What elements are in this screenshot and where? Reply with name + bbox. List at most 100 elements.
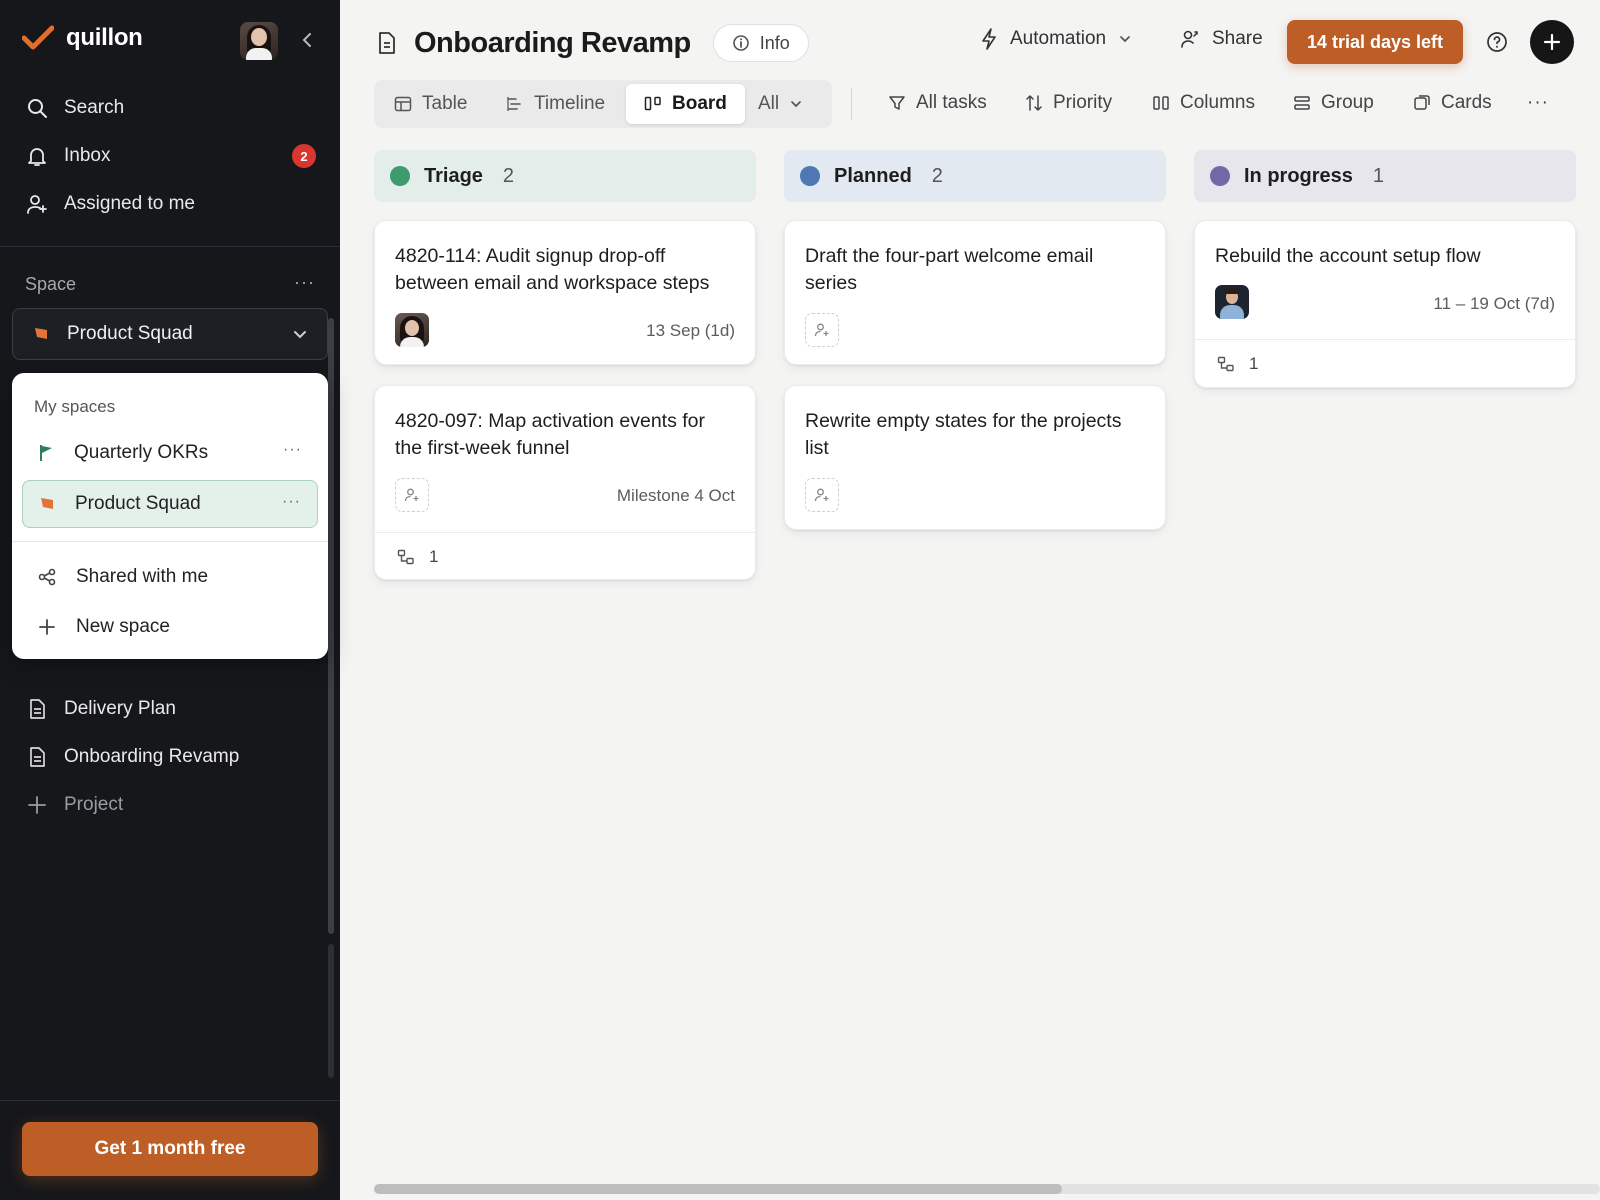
task-title: 4820-114: Audit signup drop-off between …	[395, 245, 710, 294]
project-onboarding-revamp[interactable]: Onboarding Revamp	[26, 742, 239, 772]
task-title: Rebuild the account setup flow	[1215, 245, 1481, 267]
help-button[interactable]	[1485, 30, 1509, 54]
info-button[interactable]: Info	[712, 24, 809, 62]
space-dropdown-menu: My spaces Quarterly OKRs ··· Product Squ…	[12, 373, 328, 659]
task-card[interactable]: 4820-114: Audit signup drop-off between …	[374, 220, 756, 365]
brand[interactable]: quillon	[22, 24, 143, 52]
document-icon	[30, 747, 45, 767]
space-item-product-squad[interactable]: Product Squad ···	[22, 480, 318, 528]
column-header[interactable]: Triage 2	[374, 150, 756, 202]
orange-flag-icon	[35, 328, 47, 339]
assignee-avatar[interactable]	[1215, 285, 1249, 319]
column-header[interactable]: Planned 2	[784, 150, 1166, 202]
user-plus-icon	[27, 195, 47, 214]
board-horizontal-scrollbar[interactable]	[374, 1184, 1062, 1194]
status-dot	[390, 166, 410, 186]
sidebar-scrollbar-track	[328, 944, 334, 1078]
sort-priority[interactable]: Priority	[1025, 92, 1112, 114]
columns-settings[interactable]: Columns	[1152, 92, 1255, 114]
nav-assigned-to-me[interactable]: Assigned to me	[26, 189, 195, 219]
board-column-planned: Planned 2 Draft the four-part welcome em…	[784, 150, 1166, 530]
chevron-down-icon	[791, 101, 801, 108]
document-icon	[30, 699, 45, 719]
collapse-sidebar-button[interactable]	[296, 29, 318, 51]
page-title: Onboarding Revamp	[414, 26, 691, 59]
task-date-range: 11 – 19 Oct (7d)	[1433, 294, 1555, 313]
brand-name: quillon	[66, 24, 143, 51]
subtask-count[interactable]: 1	[375, 532, 757, 580]
sidebar: quillon Search Inbox 2 Assigned to me Sp…	[0, 0, 340, 1200]
group-icon	[1294, 96, 1310, 110]
plus-icon	[39, 619, 55, 635]
checkmark-logo-icon	[22, 25, 54, 50]
create-new-button[interactable]	[1530, 20, 1574, 64]
trial-days-button[interactable]: 14 trial days left	[1287, 20, 1463, 64]
board-column-triage: Triage 2 4820-114: Audit signup drop-off…	[374, 150, 757, 580]
column-count: 1	[1372, 164, 1385, 187]
task-card[interactable]: Draft the four-part welcome email series	[784, 220, 1166, 365]
view-filter-dropdown[interactable]: All	[740, 84, 821, 124]
page-header: Onboarding Revamp Info	[376, 24, 809, 62]
share-button[interactable]: Share	[1180, 28, 1263, 50]
sidebar-scrollbar[interactable]	[328, 318, 334, 934]
subtask-count[interactable]: 1	[1195, 339, 1577, 387]
chevron-left-icon	[302, 33, 311, 47]
add-assignee-button[interactable]	[805, 313, 839, 347]
get-month-free-button[interactable]: Get 1 month free	[22, 1122, 318, 1176]
question-circle-icon	[1487, 32, 1507, 52]
tab-timeline[interactable]: Timeline	[488, 84, 623, 124]
board-icon	[644, 96, 661, 111]
user-avatar[interactable]	[240, 22, 278, 60]
new-space-item[interactable]: New space	[22, 603, 318, 651]
subtask-icon	[1217, 356, 1234, 371]
inbox-count-badge: 2	[292, 144, 316, 168]
add-assignee-button[interactable]	[395, 478, 429, 512]
project-delivery-plan[interactable]: Delivery Plan	[26, 694, 176, 724]
tab-board[interactable]: Board	[626, 84, 745, 124]
more-horizontal-icon: ···	[294, 272, 315, 292]
filter-all-tasks[interactable]: All tasks	[888, 92, 987, 114]
add-assignee-button[interactable]	[805, 478, 839, 512]
space-selector[interactable]: Product Squad	[12, 308, 328, 360]
space-more-button[interactable]: ···	[294, 272, 315, 293]
lightning-icon	[982, 28, 996, 50]
search-icon	[28, 99, 47, 118]
automation-menu[interactable]: Automation	[980, 28, 1132, 50]
user-share-icon	[1181, 30, 1198, 48]
plus-icon	[28, 796, 46, 814]
column-header[interactable]: In progress 1	[1194, 150, 1576, 202]
dropdown-heading: My spaces	[34, 397, 116, 416]
nav-search[interactable]: Search	[26, 93, 124, 123]
task-card[interactable]: 4820-097: Map activation events for the …	[374, 385, 757, 580]
space-item-quarterly-okrs[interactable]: Quarterly OKRs ···	[22, 429, 318, 477]
task-card[interactable]: Rebuild the account setup flow 11 – 19 O…	[1194, 220, 1577, 388]
subtask-icon	[397, 549, 414, 564]
add-project-button[interactable]: Project	[26, 790, 123, 820]
column-title: Triage	[424, 164, 483, 187]
status-dot	[800, 166, 820, 186]
shared-with-me-item[interactable]: Shared with me	[22, 553, 318, 601]
more-options-button[interactable]: ···	[1527, 92, 1549, 114]
tab-table[interactable]: Table	[376, 84, 485, 124]
task-title: 4820-097: Map activation events for the …	[395, 410, 706, 459]
user-plus-icon	[404, 488, 419, 502]
task-card[interactable]: Rewrite empty states for the projects li…	[784, 385, 1166, 530]
space-section-label: Space	[25, 274, 77, 294]
column-count: 2	[502, 164, 515, 187]
view-tabs: Table Timeline Board All	[374, 80, 832, 128]
sort-icon	[1026, 95, 1042, 111]
nav-inbox[interactable]: Inbox	[26, 141, 110, 171]
column-count: 2	[931, 164, 943, 187]
chevron-down-icon	[1120, 36, 1130, 43]
green-flag-icon	[40, 445, 52, 461]
group-settings[interactable]: Group	[1293, 92, 1374, 114]
assignee-avatar[interactable]	[395, 313, 429, 347]
toolbar-divider	[851, 88, 852, 120]
bell-icon	[28, 148, 46, 166]
more-horizontal-icon[interactable]: ···	[283, 441, 302, 459]
plus-icon	[1543, 33, 1561, 51]
user-plus-icon	[814, 488, 829, 502]
more-horizontal-icon[interactable]: ···	[282, 493, 301, 511]
orange-flag-icon	[41, 498, 53, 509]
cards-settings[interactable]: Cards	[1413, 92, 1492, 114]
